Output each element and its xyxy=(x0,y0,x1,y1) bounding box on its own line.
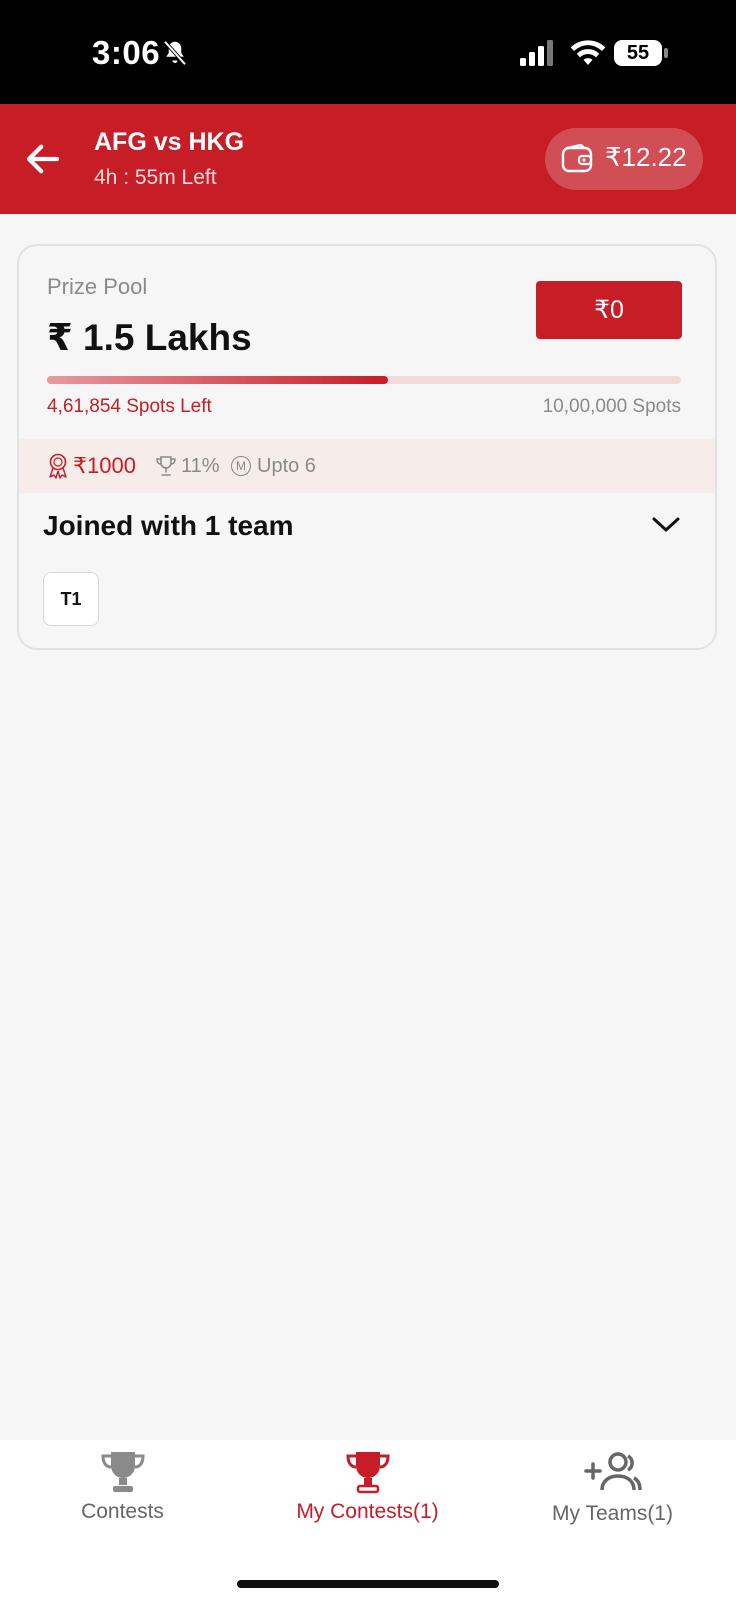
wallet-balance: ₹12.22 xyxy=(605,142,687,172)
prize-pool-amount: ₹ 1.5 Lakhs xyxy=(47,317,252,358)
arrow-left-icon[interactable] xyxy=(22,138,64,180)
tab-contests[interactable]: Contests xyxy=(0,1450,245,1546)
spots-left: 4,61,854 Spots Left xyxy=(47,396,212,417)
wallet-button[interactable]: ₹12.22 xyxy=(545,128,703,190)
tab-my-teams[interactable]: My Teams(1) xyxy=(490,1450,735,1546)
wifi-icon xyxy=(570,40,606,65)
entry-fee-button[interactable]: ₹0 xyxy=(536,281,682,339)
chevron-down-icon[interactable] xyxy=(651,514,681,534)
status-bar: 3:06 55 xyxy=(0,0,736,104)
bell-slash-icon xyxy=(163,40,187,66)
tab-contests-label: Contests xyxy=(81,1500,164,1523)
medal-icon xyxy=(49,453,67,479)
tab-my-contests-label: My Contests(1) xyxy=(296,1500,439,1523)
signal-icon xyxy=(520,40,553,66)
spots-progress-fill xyxy=(47,376,389,384)
trophy-icon xyxy=(345,1452,390,1494)
max-entries-value: Upto 6 xyxy=(257,454,316,477)
trophy-icon xyxy=(100,1452,145,1492)
status-time: 3:06 xyxy=(92,34,161,71)
winners-percent-value: 11% xyxy=(181,454,220,477)
wallet-icon xyxy=(561,144,593,173)
max-entries: M Upto 6 xyxy=(231,439,316,493)
prize-pool-label: Prize Pool xyxy=(47,274,148,299)
home-indicator xyxy=(237,1580,499,1588)
first-prize: ₹1000 xyxy=(47,439,136,493)
time-left: 4h : 55m Left xyxy=(94,166,217,189)
bottom-navigation: Contests My Contests(1) My Teams(1) xyxy=(0,1440,736,1600)
joined-teams-title: Joined with 1 team xyxy=(43,510,294,541)
first-prize-amount: ₹1000 xyxy=(73,453,136,478)
total-spots: 10,00,000 Spots xyxy=(542,396,681,417)
contest-info-strip: ₹1000 11% M Upto 6 xyxy=(19,439,715,493)
trophy-icon xyxy=(156,456,176,476)
battery-icon: 55 xyxy=(614,40,668,68)
spots-progress-bar xyxy=(47,376,681,384)
max-entries-icon: M xyxy=(231,456,251,476)
tab-my-contests[interactable]: My Contests(1) xyxy=(245,1450,490,1546)
tab-my-teams-label: My Teams(1) xyxy=(552,1502,673,1525)
contest-card[interactable]: Prize Pool ₹ 1.5 Lakhs ₹0 4,61,854 Spots… xyxy=(17,244,717,650)
team-chip[interactable]: T1 xyxy=(43,572,99,626)
battery-level: 55 xyxy=(614,40,662,66)
app-header: AFG vs HKG 4h : 55m Left ₹12.22 xyxy=(0,104,736,214)
winners-percent: 11% xyxy=(155,439,220,493)
add-user-group-icon xyxy=(583,1452,642,1491)
match-title: AFG vs HKG xyxy=(94,128,245,156)
